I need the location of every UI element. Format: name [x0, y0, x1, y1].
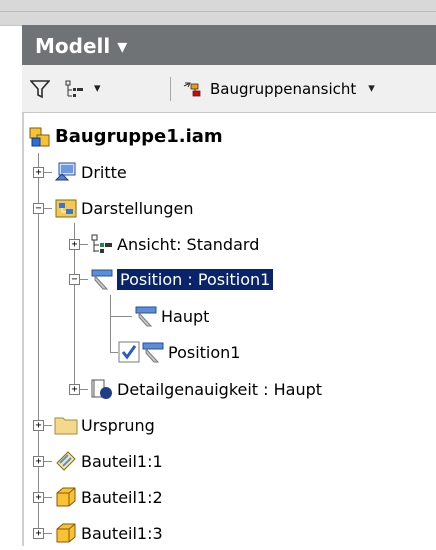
- tree-item-position1[interactable]: Position1: [118, 335, 240, 369]
- tree-item-label: Bauteil1:3: [81, 523, 163, 543]
- filter-button[interactable]: [30, 65, 50, 112]
- tree-line: [110, 316, 132, 317]
- chevron-down-icon: ▾: [94, 81, 101, 96]
- tree-item-label: Bauteil1:1: [81, 451, 163, 471]
- view-representation-icon: [91, 234, 112, 253]
- tree-item-label: Detailgenauigkeit : Haupt: [117, 379, 323, 399]
- collapse-toggle[interactable]: −: [33, 203, 44, 214]
- tree-item-label: Ansicht: Standard: [117, 234, 260, 254]
- toolbar-separator: [170, 77, 171, 101]
- tree-item-position[interactable]: Position : Position1: [90, 262, 274, 296]
- tree-item-label: Darstellungen: [81, 198, 194, 218]
- tree-item-label: Dritte: [81, 162, 127, 182]
- positional-representation-icon: [135, 306, 157, 327]
- part-icon: [56, 523, 76, 543]
- tree-item-ursprung[interactable]: Ursprung: [54, 408, 155, 442]
- tree-item-bauteil1[interactable]: Bauteil1:1: [54, 444, 163, 478]
- browser-toolbar: ▾ Baugruppenansicht ▾: [22, 65, 436, 113]
- expand-toggle[interactable]: +: [69, 239, 80, 250]
- tree-item-haupt[interactable]: Haupt: [134, 299, 209, 333]
- expand-toggle[interactable]: +: [69, 384, 80, 395]
- tree-item-bauteil2[interactable]: Bauteil1:2: [54, 480, 163, 514]
- tree-item-label: Position1: [168, 342, 241, 362]
- tree-item-label-selected: Position : Position1: [117, 268, 274, 290]
- assembly-view-dropdown[interactable]: Baugruppenansicht ▾: [182, 65, 375, 112]
- tree-item-dritte[interactable]: Dritte: [54, 155, 127, 189]
- tree-item-label: Ursprung: [81, 415, 155, 435]
- tree-item-label: Baugruppe1.iam: [55, 125, 223, 147]
- expand-toggle[interactable]: +: [33, 456, 44, 467]
- tree-structure-icon: [65, 80, 83, 97]
- model-browser-tree: + − + − + + + + + Baugruppe1.iam Dritte …: [22, 113, 436, 546]
- tree-item-ansicht[interactable]: Ansicht: Standard: [90, 227, 259, 261]
- representations-icon: [55, 199, 77, 218]
- part-icon: [56, 487, 76, 507]
- window-top-strip: [0, 0, 436, 26]
- positional-representation-icon: [91, 269, 113, 290]
- filter-icon: [30, 79, 50, 98]
- tree-item-label: Haupt: [161, 306, 210, 326]
- assembly-icon: [29, 127, 50, 147]
- collapse-toggle[interactable]: −: [69, 274, 80, 285]
- level-of-detail-icon: [91, 379, 112, 399]
- expand-toggle[interactable]: +: [33, 528, 44, 539]
- chevron-down-icon: ▾: [368, 81, 375, 96]
- tree-item-detail[interactable]: Detailgenauigkeit : Haupt: [90, 372, 322, 406]
- expand-toggle[interactable]: +: [33, 492, 44, 503]
- display-options-button[interactable]: ▾: [64, 65, 101, 112]
- tree-item-root[interactable]: Baugruppe1.iam: [28, 119, 223, 153]
- positional-representation-icon: [142, 342, 164, 363]
- representation-folder-icon: [54, 162, 76, 181]
- tree-item-bauteil3[interactable]: Bauteil1:3: [54, 516, 163, 550]
- assembly-view-label: Baugruppenansicht: [210, 79, 357, 98]
- tree-line: [110, 295, 111, 353]
- expand-toggle[interactable]: +: [33, 167, 44, 178]
- assembly-view-icon: [183, 82, 201, 96]
- expand-toggle[interactable]: +: [33, 420, 44, 431]
- tree-item-darstellungen[interactable]: Darstellungen: [54, 191, 193, 225]
- tree-item-label: Bauteil1:2: [81, 487, 163, 507]
- folder-icon: [54, 417, 78, 435]
- browser-header[interactable]: Modell ▾: [22, 25, 436, 65]
- panel-title[interactable]: Modell ▾: [35, 34, 127, 58]
- part-icon: [56, 451, 76, 471]
- tree-line: [110, 352, 118, 353]
- checkmark-icon: [118, 341, 140, 363]
